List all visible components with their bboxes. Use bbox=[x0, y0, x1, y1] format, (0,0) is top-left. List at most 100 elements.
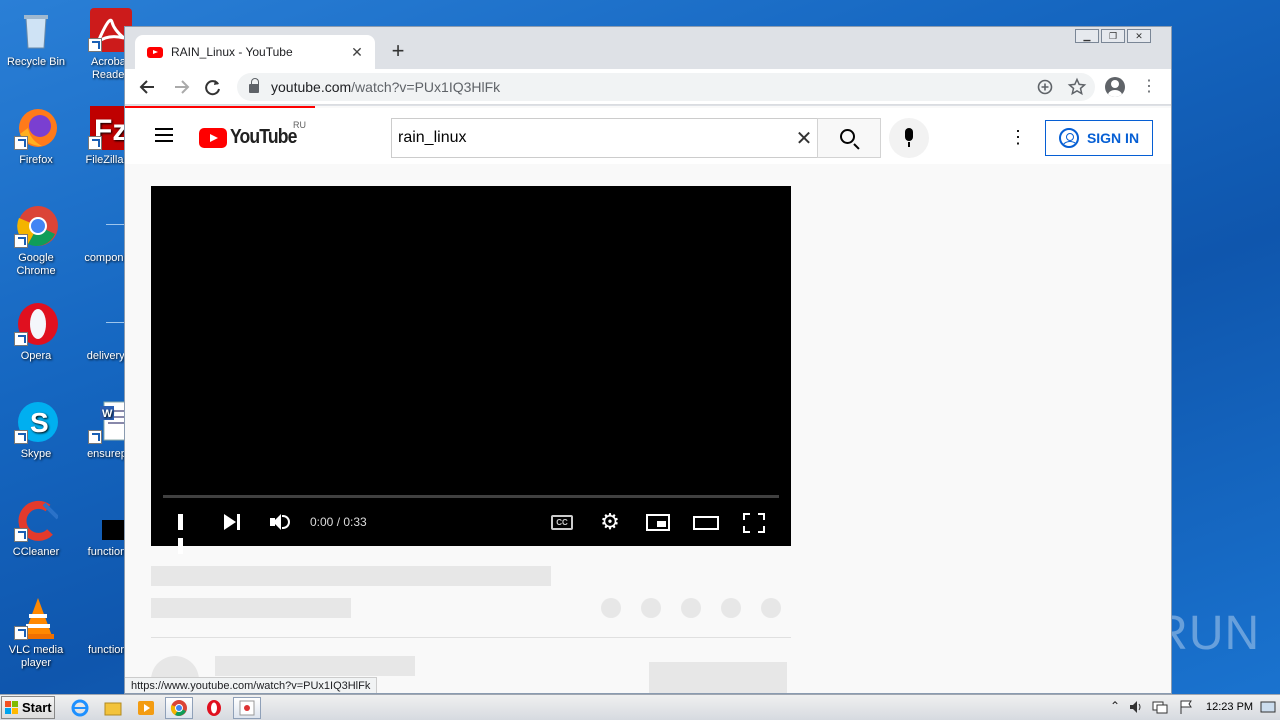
subscribe-placeholder bbox=[649, 662, 787, 693]
url-text[interactable]: youtube.com/watch?v=PUx1IQ3HlFk bbox=[271, 79, 500, 95]
desktop-icon-chrome[interactable]: Google Chrome bbox=[0, 204, 72, 278]
tab-title: RAIN_Linux - YouTube bbox=[171, 45, 293, 59]
desktop-icon-firefox[interactable]: Firefox bbox=[0, 106, 72, 167]
action-placeholder bbox=[641, 598, 661, 618]
action-placeholder bbox=[721, 598, 741, 618]
reload-button[interactable] bbox=[202, 76, 224, 98]
desktop-icon-opera[interactable]: Opera bbox=[0, 302, 72, 363]
start-button[interactable]: Start bbox=[1, 696, 55, 719]
recycle-bin-icon bbox=[14, 8, 58, 52]
pause-button[interactable] bbox=[178, 511, 194, 554]
video-player[interactable]: 0:00 / 0:33 CC ⚙ bbox=[151, 186, 791, 554]
voice-search-button[interactable] bbox=[889, 118, 929, 158]
volume-icon[interactable] bbox=[1128, 699, 1144, 718]
fullscreen-button[interactable] bbox=[743, 511, 765, 533]
svg-text:W: W bbox=[102, 408, 113, 420]
skype-icon: S bbox=[14, 400, 58, 444]
taskbar-chrome[interactable] bbox=[165, 697, 193, 719]
taskbar-ie[interactable] bbox=[66, 697, 94, 719]
theater-mode-button[interactable] bbox=[693, 511, 719, 533]
captions-button[interactable]: CC bbox=[551, 511, 573, 533]
desktop-icon-label: VLC media player bbox=[8, 644, 64, 669]
desktop-icon-label: Firefox bbox=[19, 154, 53, 166]
address-bar[interactable]: youtube.com/watch?v=PUx1IQ3HlFk bbox=[237, 73, 1095, 101]
desktop-icon-recycle-bin[interactable]: Recycle Bin bbox=[0, 8, 72, 69]
next-video-button[interactable] bbox=[224, 511, 242, 533]
desktop-icon-label: Google Chrome bbox=[16, 252, 56, 277]
youtube-logo-text: YouTube bbox=[230, 126, 297, 148]
search-button[interactable] bbox=[817, 118, 881, 158]
player-settings-gear-icon[interactable]: ⚙ bbox=[599, 511, 621, 533]
chrome-icon bbox=[14, 204, 58, 248]
start-label: Start bbox=[22, 700, 52, 715]
action-placeholder bbox=[761, 598, 781, 618]
profile-avatar-icon[interactable] bbox=[1105, 77, 1125, 97]
browser-toolbar: youtube.com/watch?v=PUx1IQ3HlFk ⋮ bbox=[125, 69, 1171, 105]
ccleaner-icon bbox=[14, 498, 60, 542]
youtube-logo[interactable]: YouTube RU bbox=[199, 120, 306, 149]
youtube-play-logo-icon bbox=[199, 127, 227, 148]
title-placeholder bbox=[151, 566, 551, 586]
sign-in-label: SIGN IN bbox=[1086, 130, 1140, 146]
opera-icon bbox=[14, 302, 58, 346]
taskbar-app[interactable] bbox=[233, 697, 261, 719]
volume-button[interactable] bbox=[270, 511, 292, 533]
miniplayer-button[interactable] bbox=[646, 511, 670, 533]
desktop-icon-vlc[interactable]: VLC media player bbox=[0, 596, 72, 670]
settings-menu-icon[interactable]: ⋮ bbox=[1009, 126, 1027, 148]
taskbar-media-player[interactable] bbox=[132, 697, 160, 719]
desktop-icon-skype[interactable]: S Skype bbox=[0, 400, 72, 461]
folder-icon bbox=[104, 702, 122, 716]
sign-in-button[interactable]: SIGN IN bbox=[1045, 120, 1153, 156]
back-button[interactable] bbox=[137, 76, 159, 98]
action-placeholder bbox=[681, 598, 701, 618]
minimize-button[interactable]: ▁ bbox=[1075, 29, 1099, 43]
tab-youtube[interactable]: RAIN_Linux - YouTube ✕ bbox=[135, 35, 375, 69]
user-icon bbox=[1058, 128, 1079, 148]
action-placeholder bbox=[601, 598, 621, 618]
youtube-masthead: YouTube RU rain_linux ✕ ⋮ SIGN IN bbox=[125, 108, 1171, 164]
window-controls: ▁ ❐ ✕ bbox=[1075, 29, 1151, 43]
lock-icon bbox=[249, 78, 259, 93]
close-window-button[interactable]: ✕ bbox=[1127, 29, 1151, 43]
search-query[interactable]: rain_linux bbox=[398, 129, 789, 147]
desktop-icon-label: CCleaner bbox=[12, 546, 60, 558]
desktop-icon-label: Recycle Bin bbox=[6, 56, 66, 68]
internet-explorer-icon bbox=[71, 699, 89, 717]
media-player-icon bbox=[138, 701, 154, 715]
chrome-icon bbox=[170, 700, 187, 716]
hamburger-menu-icon[interactable] bbox=[155, 128, 173, 142]
tab-close-icon[interactable]: ✕ bbox=[349, 44, 365, 61]
back-arrow-icon bbox=[139, 80, 154, 94]
youtube-favicon-icon bbox=[147, 46, 163, 58]
system-clock[interactable]: 12:23 PM bbox=[1206, 701, 1253, 713]
youtube-page: YouTube RU rain_linux ✕ ⋮ SIGN IN 0:00 /… bbox=[125, 106, 1171, 693]
video-time: 0:00 / 0:33 bbox=[310, 515, 367, 529]
region-code: RU bbox=[293, 120, 306, 130]
forward-button[interactable] bbox=[170, 76, 192, 98]
chrome-menu-icon[interactable]: ⋮ bbox=[1141, 77, 1157, 97]
network-icon[interactable] bbox=[1152, 699, 1168, 718]
microphone-icon bbox=[905, 128, 913, 147]
action-center-flag-icon[interactable] bbox=[1178, 699, 1194, 718]
show-desktop-icon[interactable] bbox=[1260, 699, 1276, 718]
desktop-icon-ccleaner[interactable]: CCleaner bbox=[0, 498, 72, 559]
add-icon[interactable] bbox=[1035, 77, 1055, 97]
app-window-icon bbox=[239, 700, 255, 716]
channel-name-placeholder bbox=[215, 656, 415, 676]
search-input[interactable]: rain_linux ✕ bbox=[391, 118, 819, 158]
taskbar-opera[interactable] bbox=[200, 697, 228, 719]
browser-window: RAIN_Linux - YouTube ✕ + ▁ ❐ ✕ youtube.c… bbox=[124, 26, 1172, 694]
bookmark-star-icon[interactable] bbox=[1067, 77, 1087, 97]
clear-search-icon[interactable]: ✕ bbox=[789, 126, 819, 151]
vlc-icon bbox=[14, 596, 58, 640]
video-progress-bar[interactable] bbox=[163, 495, 779, 498]
taskbar-explorer[interactable] bbox=[99, 697, 127, 719]
svg-text:S: S bbox=[30, 407, 49, 438]
show-hidden-icons[interactable]: ⌃ bbox=[1110, 699, 1120, 713]
windows-logo-icon bbox=[5, 700, 19, 715]
forward-arrow-icon bbox=[175, 80, 190, 94]
new-tab-button[interactable]: + bbox=[387, 40, 409, 62]
title-bar: RAIN_Linux - YouTube ✕ + ▁ ❐ ✕ bbox=[125, 27, 1171, 69]
restore-button[interactable]: ❐ bbox=[1101, 29, 1125, 43]
